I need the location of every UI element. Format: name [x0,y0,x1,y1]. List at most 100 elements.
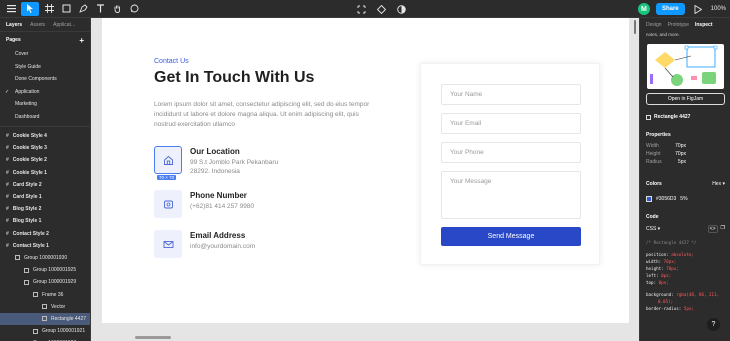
layer-item[interactable]: # Card Style 2 [0,179,90,191]
vertical-scrollbar[interactable] [634,20,636,34]
move-tool-icon[interactable] [21,1,39,16]
code-value: 70px; [666,266,679,271]
tab-assets[interactable]: Assets [30,22,45,28]
code-line: left: 0px; [646,273,672,278]
contrast-icon[interactable] [394,2,408,16]
right-panel-tabs: Design Prototype Inspect [640,18,730,32]
layer-item[interactable]: # Contact Style 2 [0,228,90,240]
user-avatar[interactable]: M [637,3,650,15]
text-tool-icon[interactable] [93,2,107,16]
prop-row: Width 70px [646,142,686,150]
page-item[interactable]: Style Guide [0,61,90,74]
email-block: Email Address info@yourdomain.com [154,230,255,258]
intro-paragraph: Lorem ipsum dolor sit amet, consectetur … [154,101,370,128]
layer-item[interactable]: # Cookie Style 1 [0,167,90,179]
present-play-icon[interactable] [691,2,705,16]
pen-tool-icon[interactable] [76,2,90,16]
layer-item[interactable]: # Contact Style 1 [0,240,90,252]
code-line: width: 70px; [646,259,677,264]
send-message-button[interactable]: Send Message [441,227,581,246]
layer-label: Cookie Style 1 [12,169,47,176]
layer-item[interactable]: Group 1000001929 [0,276,90,288]
code-block: /* Rectangle 4427 */ position: absolute;… [646,239,725,312]
email-input[interactable]: Your Email [441,113,581,134]
location-icon-box[interactable] [154,146,182,174]
prop-value: 5px [677,159,686,165]
frame-icon: # [6,218,9,225]
tab-application[interactable]: Applicat... [53,22,75,28]
canvas[interactable]: Contact Us Get In Touch With Us Lorem ip… [91,18,639,341]
phone-input[interactable]: Your Phone [441,142,581,163]
name-input[interactable]: Your Name [441,84,581,105]
layer-item[interactable]: Group 1000001927 [0,337,90,341]
layer-label: Cookie Style 4 [12,133,47,140]
hand-tool-icon[interactable] [110,2,124,16]
rectangle-icon [646,114,651,120]
code-value: 0.05); [658,299,674,304]
code-line: position: absolute; [646,252,694,257]
tab-prototype[interactable]: Prototype [668,22,689,28]
share-button[interactable]: Share [655,3,685,15]
code-value: rgba(48, 86, 211, [676,292,720,297]
layer-label: Group 1000001930 [24,254,68,261]
layer-item[interactable]: # Blog Style 1 [0,215,90,227]
layer-label: Group 1000001929 [33,279,77,286]
layer-label: Group 1000001921 [42,328,86,335]
page-item-current[interactable]: Application [0,86,90,99]
code-language-dropdown[interactable]: CSS ▾ [646,226,660,232]
layer-item[interactable]: Vector [0,301,90,313]
layer-item[interactable]: Group 1000001930 [0,252,90,264]
layer-item[interactable]: Rectangle 4427 [0,312,90,325]
layer-item[interactable]: Group 1000001925 [0,264,90,276]
phone-block: Phone Number (+62)81 414 257 9980 [154,190,254,218]
layer-label: Card Style 2 [12,181,42,188]
layer-label: Blog Style 2 [12,206,42,213]
message-textarea[interactable]: Your Message [441,171,581,219]
mask-icon[interactable] [374,2,388,16]
layer-item[interactable]: # Cookie Style 2 [0,154,90,166]
code-value: absolute; [671,252,694,257]
component-icon[interactable] [354,2,368,16]
color-format-dropdown[interactable]: Hex ▾ [712,181,725,187]
help-button[interactable]: ? [707,318,720,331]
left-panel: Layers Assets Applicat... Pages + Cover … [0,18,91,341]
code-value: 0px; [658,280,669,285]
figma-app: M Share 100% Layers Assets Applicat... P… [0,0,730,341]
color-opacity: 5% [680,196,688,202]
left-panel-tabs: Layers Assets Applicat... [0,18,90,32]
frame-icon: # [6,181,9,188]
prop-key: Radius [646,159,662,165]
copy-icon[interactable]: ❐ [721,225,725,233]
tab-design[interactable]: Design [646,22,662,28]
shape-tool-icon[interactable] [59,2,73,16]
horizontal-scrollbar[interactable] [135,336,171,339]
add-page-icon[interactable]: + [79,36,84,45]
layer-item[interactable]: # Card Style 1 [0,191,90,203]
code-section: Code CSS ▾ <> ❐ /* Rectangle 4427 */ pos… [640,214,730,312]
zoom-dropdown[interactable]: 100% [711,6,726,12]
page-item[interactable]: Dashboard [0,111,90,124]
group-icon [15,255,20,261]
page-item[interactable]: Cover [0,48,90,61]
main-menu-icon[interactable] [4,2,18,16]
code-lines: position: absolute; width: 70px; height: 7… [646,251,725,286]
page-item[interactable]: Done Components [0,73,90,86]
tab-layers[interactable]: Layers [6,22,22,28]
layer-item[interactable]: Group 1000001921 [0,325,90,337]
frame-tool-icon[interactable] [42,2,56,16]
color-row[interactable]: #3056D3 5% [646,196,725,202]
layer-item[interactable]: # Blog Style 2 [0,203,90,215]
layer-item[interactable]: Frame 36 [0,288,90,300]
code-view-icon[interactable]: <> [707,225,718,233]
layer-item[interactable]: # Cookie Style 3 [0,142,90,154]
page-heading: Get In Touch With Us [154,69,315,86]
chevron-down-icon: ▾ [657,226,661,232]
tab-inspect[interactable]: Inspect [695,22,713,28]
contact-frame[interactable]: Contact Us Get In Touch With Us Lorem ip… [102,18,629,323]
layer-item[interactable]: # Cookie Style 4 [0,130,90,142]
color-hex: #3056D3 [656,196,677,202]
page-item[interactable]: Marketing [0,98,90,111]
open-in-figjam-button[interactable]: Open in FigJam [646,93,725,105]
comment-tool-icon[interactable] [127,2,141,16]
code-key: position [646,252,667,257]
